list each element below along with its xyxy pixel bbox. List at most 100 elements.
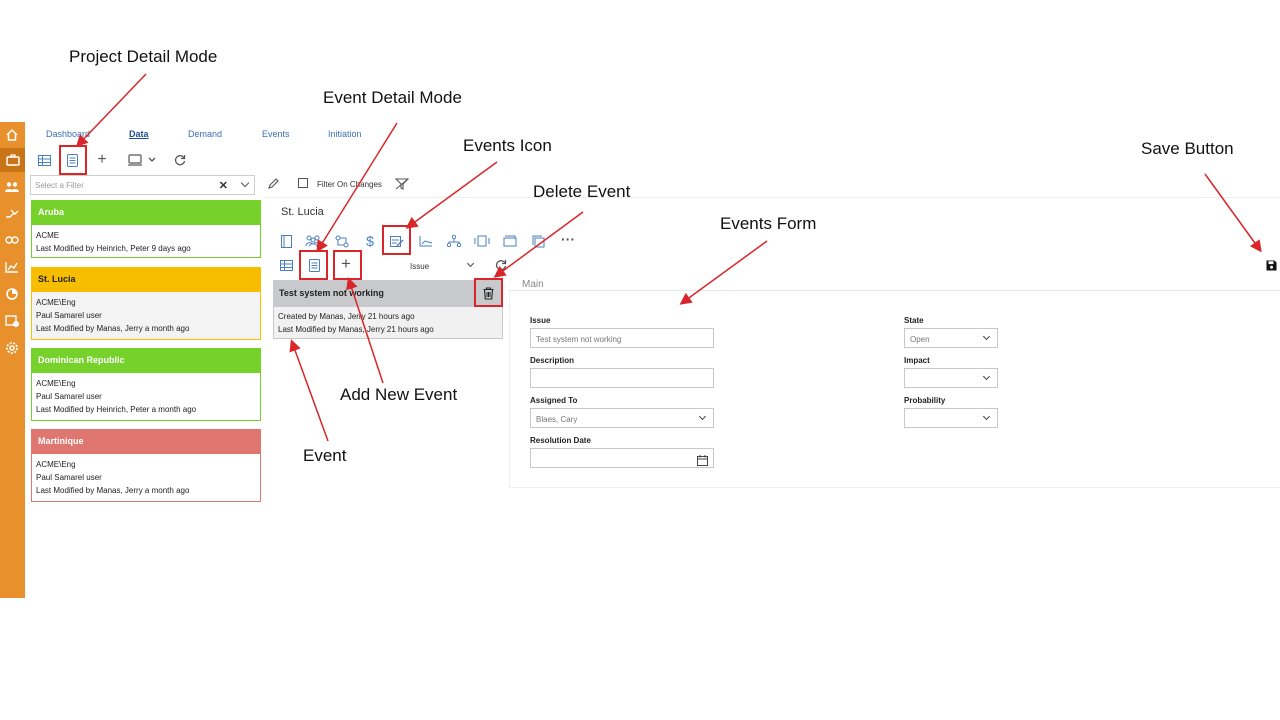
chart-line-icon[interactable]: [4, 259, 20, 275]
filter-on-changes-checkbox[interactable]: [298, 178, 308, 188]
tab-demand[interactable]: Demand: [188, 129, 222, 139]
project-card-line: Last Modified by Manas, Jerry a month ag…: [36, 324, 190, 333]
project-card-line: Last Modified by Heinrich, Peter a month…: [36, 405, 197, 414]
archive-icon[interactable]: [501, 232, 519, 250]
impact-select[interactable]: [904, 368, 998, 388]
project-card-line: ACME: [36, 231, 60, 240]
chevron-down-icon[interactable]: [982, 372, 991, 381]
resolution-date-input[interactable]: [530, 448, 714, 468]
layout-dropdown-icon[interactable]: [126, 151, 158, 169]
state-value: Open: [910, 335, 930, 344]
event-grid-view-icon[interactable]: [277, 256, 295, 274]
book-icon[interactable]: [277, 232, 295, 250]
delete-event-highlight: [474, 278, 503, 307]
project-card-dominican-republic[interactable]: Dominican Republic ACME\Eng Paul Samarel…: [31, 348, 261, 421]
more-options-icon[interactable]: ···: [559, 230, 577, 248]
description-input[interactable]: [530, 368, 714, 388]
project-card-martinique[interactable]: Martinique ACME\Eng Paul Samarel user La…: [31, 429, 261, 502]
link-icon[interactable]: [4, 232, 20, 248]
impact-label: Impact: [904, 356, 930, 365]
people-icon[interactable]: [4, 179, 20, 195]
probability-label: Probability: [904, 396, 946, 405]
arrow-event: [289, 339, 329, 442]
chevron-down-icon[interactable]: [240, 178, 250, 188]
grid-view-icon[interactable]: [35, 151, 53, 169]
project-card-aruba[interactable]: Aruba ACME Last Modified by Heinrich, Pe…: [31, 200, 261, 258]
annotation-event-detail-mode: Event Detail Mode: [323, 88, 462, 107]
tab-dashboard[interactable]: Dashboard: [46, 129, 90, 139]
project-card-line: Paul Samarel user: [36, 473, 102, 482]
project-card-line: Paul Samarel user: [36, 392, 102, 401]
annotation-events-form: Events Form: [720, 214, 817, 233]
event-type-select[interactable]: Issue: [400, 258, 480, 274]
dependency-icon[interactable]: [333, 232, 351, 250]
event-card-title: Test system not working: [274, 281, 502, 307]
form-section-title: Main: [522, 279, 544, 290]
event-type-value: Issue: [410, 262, 430, 271]
probability-select[interactable]: [904, 408, 998, 428]
left-nav-rail: [0, 122, 25, 598]
annotation-add-new-event: Add New Event: [340, 385, 458, 404]
chevron-down-icon[interactable]: [698, 412, 707, 421]
add-new-event-highlight: [333, 250, 362, 280]
calendar-icon[interactable]: [697, 453, 708, 471]
tab-events[interactable]: Events: [262, 129, 290, 139]
annotation-event: Event: [303, 446, 347, 465]
gear-icon[interactable]: [4, 340, 20, 356]
project-detail-mode-highlight: [59, 145, 87, 175]
state-select[interactable]: Open: [904, 328, 998, 348]
home-icon[interactable]: [4, 127, 20, 143]
team-icon[interactable]: [304, 232, 322, 250]
project-card-title: Aruba: [32, 201, 260, 225]
save-icon[interactable]: [1262, 256, 1280, 274]
resolution-date-label: Resolution Date: [530, 436, 591, 445]
project-card-line: Paul Samarel user: [36, 311, 102, 320]
pie-chart-icon[interactable]: [4, 286, 20, 302]
filter-placeholder: Select a Filter: [35, 181, 84, 190]
copy-icon[interactable]: [529, 232, 547, 250]
project-card-line: Last Modified by Manas, Jerry a month ag…: [36, 486, 190, 495]
kanban-icon[interactable]: [473, 232, 491, 250]
event-detail-mode-highlight: [299, 250, 328, 280]
chevron-down-icon[interactable]: [982, 412, 991, 421]
assigned-to-label: Assigned To: [530, 396, 578, 405]
project-card-line: Last Modified by Heinrich, Peter 9 days …: [36, 244, 191, 253]
issue-label: Issue: [530, 316, 551, 325]
project-card-st-lucia[interactable]: St. Lucia ACME\Eng Paul Samarel user Las…: [31, 267, 261, 340]
project-card-line: ACME\Eng: [36, 460, 76, 469]
event-created: Created by Manas, Jerry 21 hours ago: [278, 312, 415, 321]
tab-data[interactable]: Data: [129, 129, 149, 139]
event-modified: Last Modified by Manas, Jerry 21 hours a…: [278, 325, 434, 334]
clear-filter-funnel-icon[interactable]: [393, 175, 411, 193]
annotation-project-detail-mode: Project Detail Mode: [69, 47, 218, 66]
calendar-clock-icon[interactable]: [4, 313, 20, 329]
detail-title: St. Lucia: [281, 206, 324, 218]
state-label: State: [904, 316, 924, 325]
events-icon-highlight: [382, 225, 411, 255]
project-card-title: Dominican Republic: [32, 349, 260, 373]
hierarchy-icon[interactable]: [445, 232, 463, 250]
add-project-icon[interactable]: +: [93, 151, 111, 169]
event-card[interactable]: Test system not working Created by Manas…: [273, 280, 503, 339]
annotation-events-icon: Events Icon: [463, 136, 552, 155]
event-refresh-icon[interactable]: [492, 256, 510, 274]
assigned-to-select[interactable]: Blaes, Cary: [530, 408, 714, 428]
filter-select[interactable]: Select a Filter ✕: [30, 175, 255, 195]
chevron-down-icon[interactable]: [466, 259, 475, 268]
assigned-to-value: Blaes, Cary: [536, 415, 578, 424]
clear-filter-icon[interactable]: ✕: [219, 179, 228, 192]
hand-icon[interactable]: [4, 205, 20, 221]
issue-input[interactable]: Test system not working: [530, 328, 714, 348]
filter-on-changes-label: Filter On Changes: [317, 180, 382, 189]
chevron-down-icon[interactable]: [982, 332, 991, 341]
project-card-line: ACME\Eng: [36, 379, 76, 388]
tab-initiation[interactable]: Initiation: [328, 129, 362, 139]
annotation-delete-event: Delete Event: [533, 182, 631, 201]
screenshot-stage: Dashboard Data Demand Events Initiation …: [0, 0, 1280, 720]
pencil-icon[interactable]: [264, 175, 282, 193]
dollar-icon[interactable]: $: [361, 232, 379, 250]
refresh-icon[interactable]: [171, 151, 189, 169]
timeline-chart-icon[interactable]: [417, 232, 435, 250]
issue-value: Test system not working: [536, 335, 622, 344]
briefcase-icon[interactable]: [0, 148, 25, 172]
